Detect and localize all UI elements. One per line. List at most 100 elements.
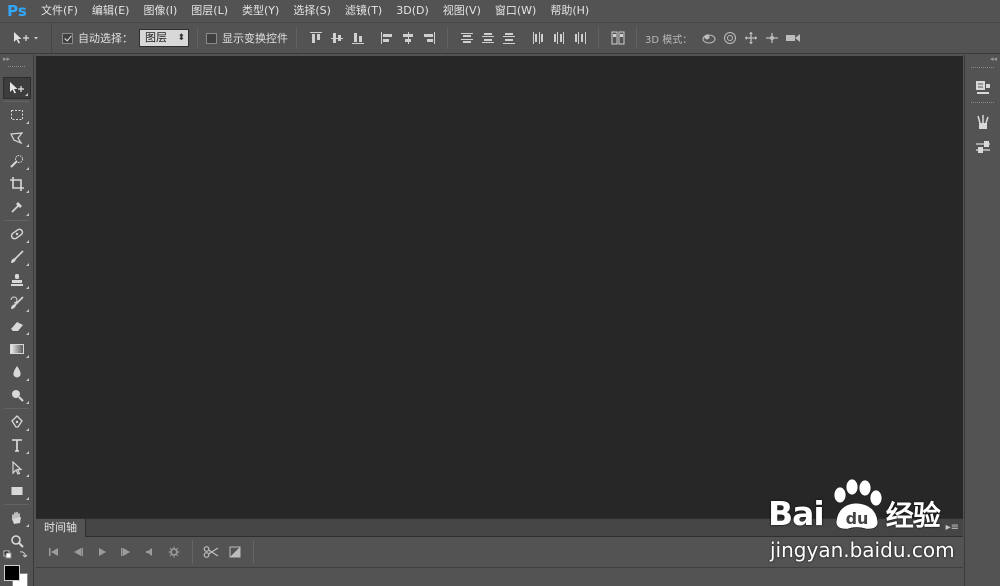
tools-panel: ▸▸: [0, 55, 34, 586]
dock-grip[interactable]: [971, 67, 994, 73]
move-tool-icon: [13, 32, 38, 44]
crop-tool[interactable]: [3, 173, 31, 195]
auto-select-checkbox[interactable]: [62, 32, 73, 44]
path-selection-icon: [12, 461, 23, 475]
brush-tool[interactable]: [3, 246, 31, 268]
type-tool[interactable]: [3, 434, 31, 456]
panel-collapse-icon[interactable]: ▸▸: [0, 55, 33, 63]
separator: [636, 27, 637, 49]
3d-orbit-icon[interactable]: [701, 30, 716, 46]
move-tool-icon: [10, 82, 24, 94]
clone-source-button[interactable]: [970, 136, 996, 158]
menu-layer[interactable]: 图层(L): [184, 0, 235, 22]
blur-tool[interactable]: [3, 361, 31, 383]
eraser-icon: [11, 322, 23, 331]
clone-source-icon: [975, 141, 990, 153]
align-hcenter-icon[interactable]: [400, 30, 415, 46]
marquee-tool[interactable]: [3, 104, 31, 126]
eyedropper-tool[interactable]: [3, 196, 31, 218]
rectangle-tool[interactable]: [3, 480, 31, 502]
3d-panel-button[interactable]: [970, 76, 996, 98]
quick-selection-icon: [10, 155, 23, 168]
dock-collapse-icon[interactable]: ◂◂: [965, 55, 1000, 63]
drop-icon: [13, 366, 21, 378]
separator: [447, 27, 448, 49]
menu-window[interactable]: 窗口(W): [488, 0, 543, 22]
clone-stamp-tool[interactable]: [3, 269, 31, 291]
panel-grip[interactable]: [8, 66, 25, 76]
menu-help[interactable]: 帮助(H): [543, 0, 596, 22]
healing-brush-tool[interactable]: [3, 223, 31, 245]
move-tool[interactable]: [3, 77, 31, 99]
3d-slide-icon[interactable]: [764, 30, 779, 46]
menu-edit[interactable]: 编辑(E): [85, 0, 137, 22]
ps-logo: Ps: [7, 2, 27, 20]
eraser-tool[interactable]: [3, 315, 31, 337]
foreground-color-swatch[interactable]: [4, 565, 20, 581]
document-canvas-area[interactable]: [36, 56, 963, 518]
3d-scale-icon[interactable]: [785, 30, 801, 46]
type-icon: [12, 439, 22, 452]
rectangle-icon: [11, 487, 23, 495]
scissors-icon[interactable]: [202, 544, 220, 560]
auto-select-dropdown[interactable]: 图层: [139, 29, 189, 47]
menu-image[interactable]: 图像(I): [136, 0, 184, 22]
dodge-icon: [12, 390, 24, 402]
dodge-tool[interactable]: [3, 384, 31, 406]
menu-type[interactable]: 类型(Y): [235, 0, 286, 22]
menu-3d[interactable]: 3D(D): [389, 0, 436, 22]
hand-tool[interactable]: [3, 507, 31, 529]
brush-presets-button[interactable]: [970, 111, 996, 133]
history-brush-tool[interactable]: [3, 292, 31, 314]
align-right-icon[interactable]: [421, 30, 436, 46]
align-bottom-icon[interactable]: [350, 30, 365, 46]
bandage-icon: [10, 228, 24, 240]
3d-roll-icon[interactable]: [722, 30, 737, 46]
lasso-icon: [10, 132, 24, 145]
menu-filter[interactable]: 滤镜(T): [338, 0, 389, 22]
transition-icon[interactable]: [226, 544, 244, 560]
distribute-top-icon[interactable]: [459, 30, 474, 46]
3d-panel-icon: [975, 81, 990, 94]
separator: [192, 540, 193, 564]
align-vcenter-icon[interactable]: [329, 30, 344, 46]
show-transform-checkbox[interactable]: [206, 32, 217, 44]
align-left-icon[interactable]: [379, 30, 394, 46]
brushes-icon: [976, 115, 989, 129]
lasso-tool[interactable]: [3, 127, 31, 149]
audio-icon[interactable]: [141, 544, 159, 560]
tab-timeline[interactable]: 时间轴: [36, 518, 86, 537]
dock-grip[interactable]: [971, 102, 994, 108]
play-icon[interactable]: [93, 544, 111, 560]
baidu-brand-text: Bai 经验: [768, 494, 941, 534]
options-bar: 自动选择： 图层 显示变换控件 3D 模式：: [0, 22, 1000, 54]
quick-selection-tool[interactable]: [3, 150, 31, 172]
separator: [598, 27, 599, 49]
3d-drag-icon[interactable]: [743, 30, 758, 46]
first-frame-icon[interactable]: [45, 544, 63, 560]
settings-gear-icon[interactable]: [165, 544, 183, 560]
distribute-bottom-icon[interactable]: [501, 30, 516, 46]
path-selection-tool[interactable]: [3, 457, 31, 479]
pen-icon: [11, 415, 23, 428]
gradient-tool[interactable]: [3, 338, 31, 360]
default-colors-icon[interactable]: [3, 549, 31, 563]
menu-select[interactable]: 选择(S): [286, 0, 338, 22]
auto-select-label: 自动选择：: [78, 32, 133, 45]
distribute-vcenter-icon[interactable]: [480, 30, 495, 46]
distribute-left-icon[interactable]: [530, 30, 545, 46]
baidu-jingyan-url: jingyan.baidu.com: [770, 538, 955, 562]
history-brush-icon: [10, 296, 24, 309]
menu-view[interactable]: 视图(V): [436, 0, 488, 22]
pen-tool[interactable]: [3, 411, 31, 433]
distribute-hcenter-icon[interactable]: [551, 30, 566, 46]
distribute-right-icon[interactable]: [572, 30, 587, 46]
auto-align-layers-icon[interactable]: [610, 30, 625, 46]
menu-file[interactable]: 文件(F): [34, 0, 85, 22]
rectangle-marquee-icon: [11, 110, 23, 120]
tool-preset-picker[interactable]: [0, 23, 52, 53]
crop-icon: [10, 177, 24, 191]
next-frame-icon[interactable]: [117, 544, 135, 560]
previous-frame-icon[interactable]: [69, 544, 87, 560]
align-top-icon[interactable]: [308, 30, 323, 46]
